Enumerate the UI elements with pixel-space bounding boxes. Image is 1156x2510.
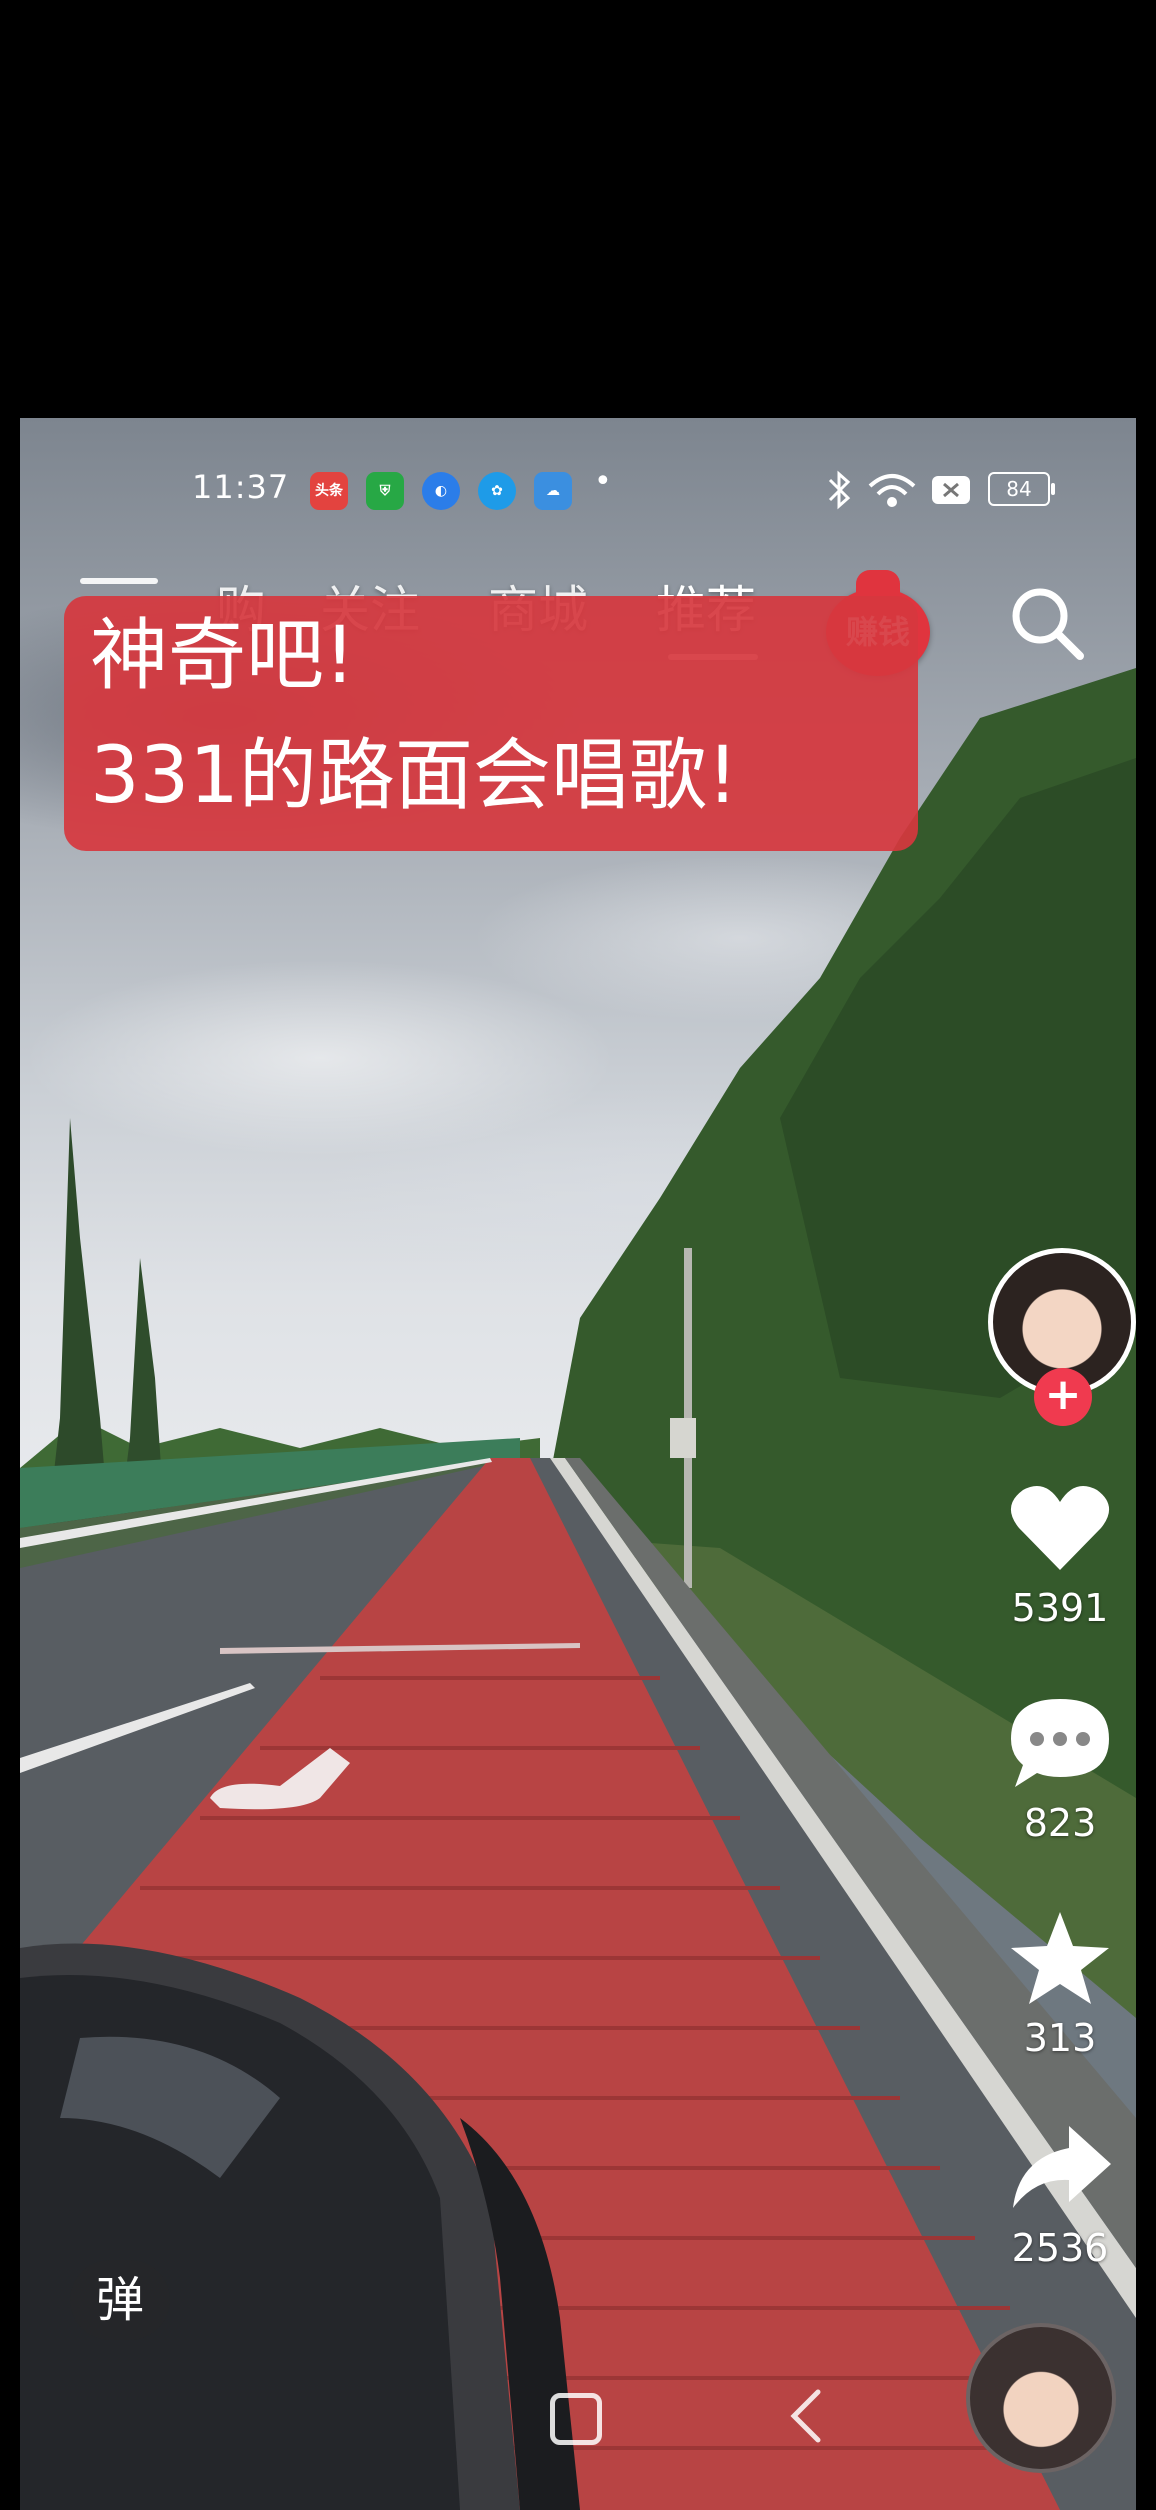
heart-icon — [1010, 1486, 1110, 1570]
like-count: 5391 — [1011, 1586, 1109, 1630]
music-disc[interactable] — [966, 2323, 1116, 2473]
china-mobile-app-icon: ✿ — [478, 472, 516, 510]
weather-app-icon: ☁ — [534, 472, 572, 510]
wifi-icon — [868, 474, 916, 507]
comment-button[interactable]: 823 — [970, 1693, 1136, 1845]
more-notifications-dot: • — [594, 464, 612, 499]
status-bar: 11:37 头条 ⛨ ◐ ✿ ☁ • 84 — [20, 458, 1136, 518]
caption-line-2: 331的路面会唱歌! — [90, 731, 739, 821]
danmaku-toggle[interactable]: 弹 — [70, 2260, 170, 2340]
browser-app-icon: ◐ — [422, 472, 460, 510]
battery-indicator: 84 — [988, 472, 1055, 506]
share-count: 2536 — [1011, 2226, 1109, 2270]
caption-line-1: 神奇吧! — [90, 611, 356, 701]
no-sim-icon — [932, 476, 970, 504]
favorite-count: 313 — [1023, 2016, 1097, 2060]
share-icon — [1013, 2126, 1111, 2208]
favorite-button[interactable]: 313 — [970, 1908, 1136, 2060]
like-button[interactable]: 5391 — [970, 1478, 1136, 1630]
back-icon[interactable] — [780, 2386, 830, 2446]
search-icon[interactable] — [1002, 578, 1092, 668]
comment-count: 823 — [1023, 1801, 1097, 1845]
star-icon — [1011, 1912, 1109, 2004]
toutiao-app-icon: 头条 — [310, 472, 348, 510]
share-button[interactable]: 2536 — [970, 2118, 1136, 2270]
video-player[interactable]: 11:37 头条 ⛨ ◐ ✿ ☁ • 84 购 关注 商城 推荐 赚钱 — [20, 418, 1136, 2510]
follow-button[interactable]: + — [1034, 1368, 1092, 1426]
comment-icon — [1011, 1699, 1109, 1787]
status-time: 11:37 — [192, 468, 290, 506]
shield-app-icon: ⛨ — [366, 472, 404, 510]
recent-apps-button[interactable] — [550, 2393, 602, 2445]
video-caption: 神奇吧! 331的路面会唱歌! — [64, 596, 918, 851]
bluetooth-icon — [828, 470, 851, 510]
